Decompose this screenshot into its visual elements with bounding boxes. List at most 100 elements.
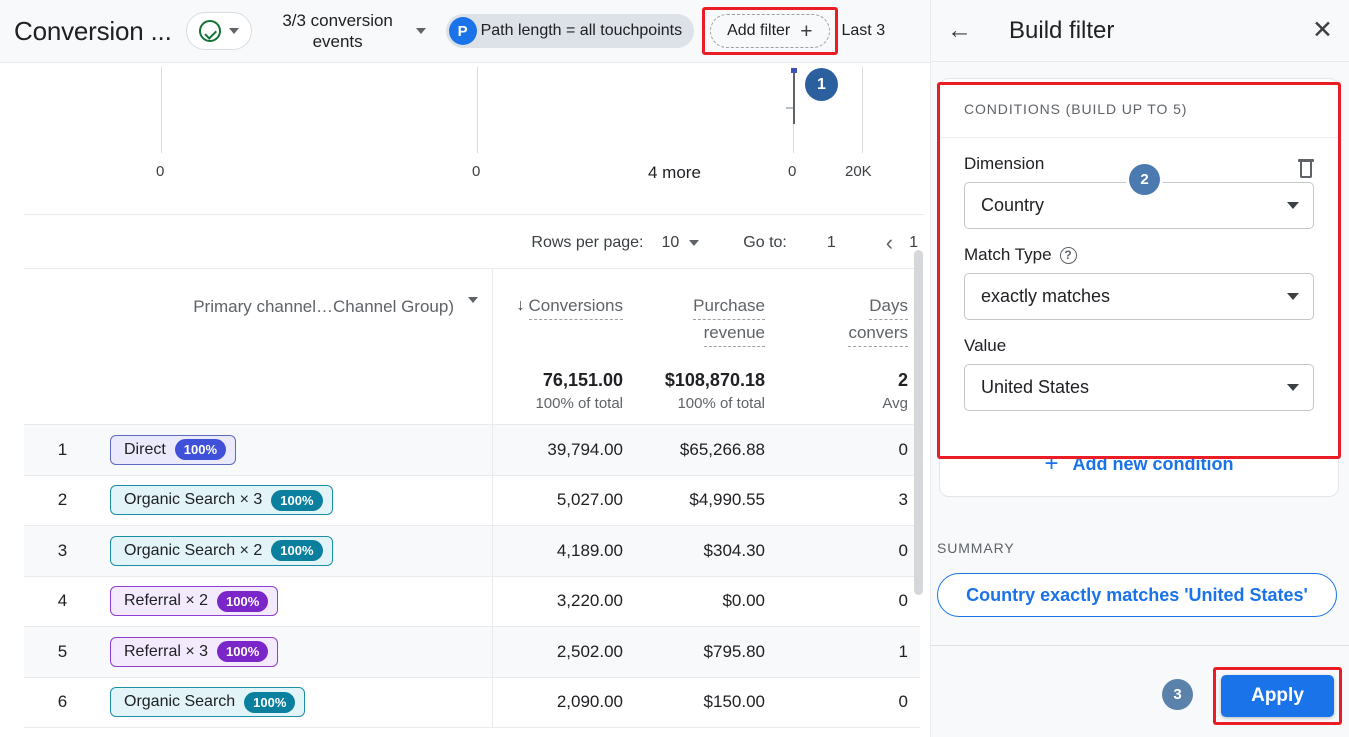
channel-chip[interactable]: Referral × 3 100%	[110, 636, 279, 667]
row-dimension-cell[interactable]: Organic Search × 2 100%	[101, 526, 493, 576]
row-dimension-cell[interactable]: Direct 100%	[101, 425, 493, 475]
column-header-label-line2: convers	[848, 320, 908, 347]
scrollbar-thumb[interactable]	[914, 250, 923, 595]
channel-chip[interactable]: Organic Search 100%	[110, 687, 306, 718]
row-conversions: 3,220.00	[556, 591, 623, 611]
add-new-condition-button[interactable]: + Add new condition	[940, 433, 1338, 496]
table-row[interactable]: 6 Organic Search 100% 2,090.00 $150.00 0	[24, 677, 920, 728]
row-conversions: 39,794.00	[547, 439, 623, 459]
chart-axis-line	[161, 67, 162, 153]
value-select[interactable]: United States	[964, 364, 1314, 411]
path-length-chip[interactable]: P Path length = all touchpoints	[445, 14, 695, 48]
plus-icon: +	[800, 19, 813, 43]
path-chip-label: Path length = all touchpoints	[480, 22, 683, 39]
panel-footer-divider	[930, 645, 1349, 646]
path-chart: 4 more 0 0 0 20K	[0, 62, 930, 212]
table-row[interactable]: 2 Organic Search × 3 100% 5,027.00 $4,990.55…	[24, 475, 920, 526]
chart-tick-label: 0	[788, 163, 797, 180]
dimension-header[interactable]: Primary channel…Channel Group)	[101, 269, 493, 357]
chart-bar	[793, 71, 795, 124]
conversion-events-label: 3/3 conversion events	[282, 11, 393, 51]
table-header-row: Primary channel…Channel Group) ↓ Convers…	[24, 269, 920, 357]
data-table: Primary channel…Channel Group) ↓ Convers…	[24, 268, 920, 728]
match-type-label: Match Type	[964, 245, 1052, 264]
totals-days-cell: 2 Avg	[777, 357, 920, 424]
channel-chip-badge: 100%	[271, 540, 323, 562]
add-new-condition-label: Add new condition	[1072, 453, 1234, 474]
conversion-events-selector[interactable]: 3/3 conversion events	[274, 10, 426, 52]
row-dimension-cell[interactable]: Organic Search × 3 100%	[101, 475, 493, 525]
totals-subtext: 100% of total	[677, 394, 765, 412]
row-dimension-cell[interactable]: Organic Search 100%	[101, 677, 493, 727]
back-arrow-icon[interactable]: ←	[947, 18, 977, 43]
dimension-header-label: Primary channel…Channel Group)	[193, 297, 454, 316]
row-rank: 4	[57, 591, 68, 611]
row-purchase-revenue: $65,266.88	[679, 439, 765, 459]
channel-chip[interactable]: Direct 100%	[110, 434, 237, 465]
channel-chip-badge: 100%	[217, 590, 269, 612]
column-header-days-to-conversion[interactable]: Days convers	[777, 269, 920, 357]
totals-dimension-cell	[101, 357, 493, 424]
build-filter-panel: ← Build filter ✕ CONDITIONS (BUILD UP TO…	[930, 0, 1349, 737]
column-header-label: Conversions	[528, 293, 623, 320]
totals-value: 76,151.00	[542, 369, 623, 390]
row-dimension-cell[interactable]: Referral × 3 100%	[101, 627, 493, 677]
chart-more-label: 4 more	[648, 163, 701, 182]
chart-tick-label: 0	[156, 163, 165, 180]
trash-icon[interactable]	[1298, 158, 1314, 178]
row-days-to-conversion: 3	[898, 490, 908, 510]
apply-button[interactable]: Apply	[1221, 675, 1334, 717]
table-vertical-scrollbar[interactable]	[913, 250, 924, 737]
row-rank: 6	[57, 692, 68, 712]
chevron-down-icon	[1287, 293, 1299, 300]
path-chip-avatar: P	[448, 17, 477, 45]
chart-axis-line	[862, 67, 863, 153]
dimension-select-value: Country	[981, 195, 1045, 215]
table-totals-row: 76,151.00 100% of total $108,870.18 100%…	[24, 357, 920, 425]
match-type-row: Match Type ?	[964, 245, 1314, 265]
chevron-down-icon[interactable]	[689, 239, 700, 246]
row-conversions: 2,090.00	[556, 692, 623, 712]
add-filter-label: Add filter	[727, 22, 791, 39]
column-header-conversions[interactable]: ↓ Conversions	[493, 269, 635, 357]
totals-rank-cell	[24, 357, 101, 424]
row-conversions: 4,189.00	[556, 540, 623, 560]
close-icon[interactable]: ✕	[1312, 18, 1333, 43]
step-badge-1: 1	[805, 68, 838, 101]
chevron-down-icon	[415, 28, 426, 34]
chart-tick-label: 20K	[845, 163, 872, 180]
summary-label: SUMMARY	[937, 540, 1015, 556]
totals-subtext: Avg	[882, 394, 908, 412]
row-rank: 1	[57, 439, 68, 459]
dimension-label: Dimension	[964, 154, 1045, 173]
totals-conversions-cell: 76,151.00 100% of total	[493, 357, 635, 424]
previous-page-icon[interactable]: ‹	[886, 230, 893, 256]
summary-chip[interactable]: Country exactly matches 'United States'	[937, 573, 1337, 617]
table-row[interactable]: 5 Referral × 3 100% 2,502.00 $795.80 1	[24, 627, 920, 678]
date-range-label[interactable]: Last 3	[842, 22, 886, 40]
row-rank: 5	[57, 641, 68, 661]
row-dimension-cell[interactable]: Referral × 2 100%	[101, 576, 493, 626]
row-days-to-conversion: 0	[898, 439, 908, 459]
panel-title: Build filter	[1009, 16, 1115, 44]
sort-desc-icon: ↓	[516, 297, 525, 314]
row-rank: 2	[57, 490, 68, 510]
chevron-down-icon[interactable]	[468, 297, 478, 303]
row-purchase-revenue: $795.80	[703, 641, 765, 661]
channel-chip[interactable]: Referral × 2 100%	[110, 586, 279, 617]
table-row[interactable]: 4 Referral × 2 100% 3,220.00 $0.00 0	[24, 576, 920, 627]
rows-per-page-value[interactable]: 10	[661, 234, 679, 252]
help-icon[interactable]: ?	[1059, 246, 1077, 264]
channel-chip-badge: 100%	[174, 439, 227, 461]
channel-chip[interactable]: Organic Search × 2 100%	[110, 535, 333, 566]
goto-label: Go to:	[743, 233, 787, 251]
add-filter-button[interactable]: Add filter +	[710, 14, 830, 48]
table-row[interactable]: 1 Direct 100% 39,794.00 $65,266.88 0	[24, 425, 920, 476]
match-type-select[interactable]: exactly matches	[964, 273, 1314, 320]
goto-page-input[interactable]: 1	[827, 234, 836, 252]
channel-chip[interactable]: Organic Search × 3 100%	[110, 485, 333, 516]
column-header-purchase-revenue[interactable]: Purchase revenue	[635, 269, 777, 357]
step-badge-3: 3	[1162, 679, 1193, 710]
validation-status-button[interactable]	[185, 12, 252, 50]
table-row[interactable]: 3 Organic Search × 2 100% 4,189.00 $304.30 0	[24, 526, 920, 577]
